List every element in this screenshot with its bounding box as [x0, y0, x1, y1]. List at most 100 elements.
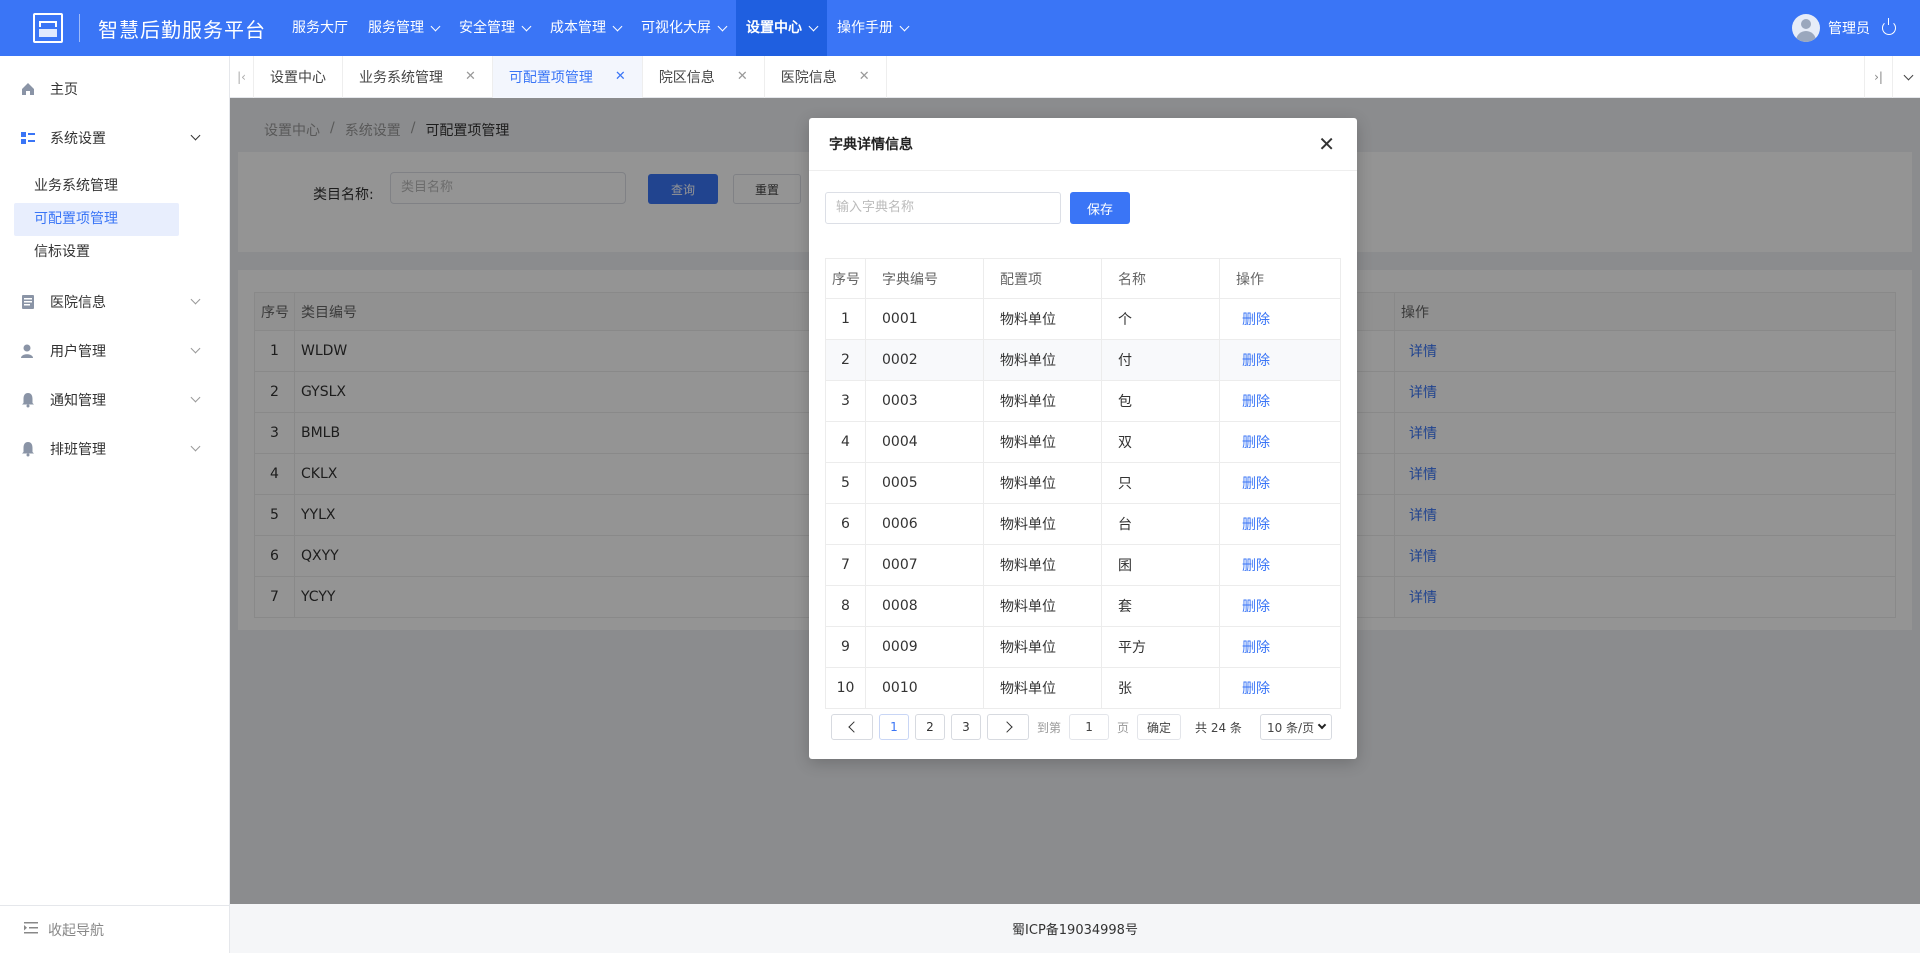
chevron-down-icon [899, 21, 910, 31]
close-icon[interactable]: ✕ [859, 69, 870, 84]
menu-visual-screen[interactable]: 可视化大屏 [631, 0, 736, 56]
tab-settings-center[interactable]: 设置中心 [254, 55, 343, 98]
dictionary-detail-dialog: 字典详情信息 ✕ 输入字典名称 保存 序号 字典编号 配置项 名称 操作 1 00… [809, 118, 1357, 759]
delete-link[interactable]: 删除 [1242, 312, 1270, 328]
delete-link[interactable]: 删除 [1242, 517, 1270, 533]
table-row: 2 0002 物料单位付删除 [825, 339, 1341, 381]
menu-safety-management[interactable]: 安全管理 [449, 0, 540, 56]
menu-cost-management[interactable]: 成本管理 [540, 0, 631, 56]
sidebar-item-notice-management[interactable]: 通知管理 [0, 375, 229, 424]
avatar [1792, 14, 1820, 42]
table-row: 10 0010 物料单位张删除 [825, 667, 1341, 709]
chevron-down-icon [808, 21, 819, 31]
sidebar-subitem-beacon-settings[interactable]: 信标设置 [0, 236, 229, 269]
chevron-down-icon [190, 294, 201, 305]
main-menu: 服务大厅 服务管理 安全管理 成本管理 可视化大屏 设置中心 操作手册 [282, 0, 918, 56]
bell-icon [20, 392, 36, 408]
close-icon[interactable]: ✕ [737, 69, 748, 84]
sidebar-item-user-management[interactable]: 用户管理 [0, 326, 229, 375]
chevron-down-icon [612, 21, 623, 31]
delete-link[interactable]: 删除 [1242, 681, 1270, 697]
logo-icon [33, 13, 63, 43]
tab-bar: |‹ 设置中心 业务系统管理 ✕ 可配置项管理 ✕ 院区信息 ✕ 医院信息 ✕ ›| [230, 55, 1920, 98]
goto-label: 到第 [1037, 720, 1062, 735]
chevron-down-icon [190, 392, 201, 403]
tab-hospital-info[interactable]: 医院信息 ✕ [765, 55, 887, 98]
sidebar-item-hospital-info[interactable]: 医院信息 [0, 277, 229, 326]
menu-service-management[interactable]: 服务管理 [358, 0, 449, 56]
table-row: 3 0003 物料单位包删除 [825, 380, 1341, 422]
dictionary-name-input[interactable]: 输入字典名称 [825, 192, 1061, 224]
page-unit-label: 页 [1117, 720, 1130, 735]
chevron-right-icon [1000, 721, 1013, 733]
footer-icp: 蜀ICP备19034998号 [230, 904, 1920, 953]
page-button[interactable]: 2 [915, 714, 945, 740]
menu-settings-center[interactable]: 设置中心 [736, 0, 827, 56]
total-count: 共 24 条 [1195, 720, 1242, 735]
table-row: 4 0004 物料单位双删除 [825, 421, 1341, 463]
brand-title: 智慧后勤服务平台 [98, 17, 266, 42]
sidebar-item-schedule-management[interactable]: 排班管理 [0, 424, 229, 473]
user-icon [20, 343, 36, 359]
close-icon[interactable]: ✕ [615, 69, 626, 84]
chevron-down-icon [190, 343, 201, 354]
delete-link[interactable]: 删除 [1242, 353, 1270, 369]
user-menu[interactable]: 管理员 [1792, 0, 1896, 56]
save-button[interactable]: 保存 [1070, 192, 1130, 224]
goto-page-input[interactable]: 1 [1069, 714, 1110, 740]
user-name: 管理员 [1828, 21, 1870, 37]
chevron-down-icon [190, 441, 201, 452]
tab-dropdown-icon[interactable] [1892, 56, 1920, 98]
chevron-down-icon [430, 21, 441, 31]
chevron-down-icon [521, 21, 532, 31]
table-row: 6 0006 物料单位台删除 [825, 503, 1341, 545]
table-row: 1 0001 物料单位个删除 [825, 298, 1341, 340]
home-icon [20, 81, 36, 97]
grid-icon [20, 130, 36, 146]
goto-confirm-button[interactable]: 确定 [1137, 714, 1182, 740]
sidebar-subitem-configurable-items[interactable]: 可配置项管理 [14, 203, 179, 236]
sidebar: 主页 系统设置 业务系统管理 可配置项管理 信标设置 医院信息 用户管理 通知管… [0, 56, 230, 953]
top-navbar: 智慧后勤服务平台 服务大厅 服务管理 安全管理 成本管理 可视化大屏 设置中心 … [0, 0, 1920, 56]
close-icon[interactable]: ✕ [465, 69, 476, 84]
sidebar-item-system-settings[interactable]: 系统设置 [0, 113, 229, 162]
chevron-down-icon [717, 21, 728, 31]
tab-scroll-left-icon[interactable]: |‹ [230, 55, 254, 98]
pagination: 1 2 3 到第 1 页 确定 共 24 条 10 条/页 [825, 710, 1341, 744]
page-button[interactable]: 3 [951, 714, 981, 740]
tab-campus-info[interactable]: 院区信息 ✕ [643, 55, 765, 98]
delete-link[interactable]: 删除 [1242, 394, 1270, 410]
tab-scroll-right-icon[interactable]: ›| [1864, 56, 1892, 98]
delete-link[interactable]: 删除 [1242, 558, 1270, 574]
close-icon[interactable]: ✕ [1318, 134, 1335, 154]
bell-icon [20, 441, 36, 457]
dictionary-table: 序号 字典编号 配置项 名称 操作 1 0001 物料单位个删除 2 0002 物料单位… [825, 258, 1341, 709]
page-button[interactable]: 1 [879, 714, 909, 740]
collapse-nav-button[interactable]: 收起导航 [0, 905, 230, 953]
tab-business-system[interactable]: 业务系统管理 ✕ [343, 55, 493, 98]
dialog-title: 字典详情信息 [829, 137, 913, 153]
delete-link[interactable]: 删除 [1242, 435, 1270, 451]
menu-operation-manual[interactable]: 操作手册 [827, 0, 918, 56]
prev-page-button[interactable] [831, 714, 873, 740]
menu-service-hall[interactable]: 服务大厅 [282, 0, 358, 56]
table-row: 7 0007 物料单位囷删除 [825, 544, 1341, 586]
menu-fold-icon [24, 921, 38, 939]
table-row: 9 0009 物料单位 平方 删除 [825, 626, 1341, 668]
chevron-down-icon [1317, 720, 1327, 730]
chevron-left-icon [847, 721, 860, 733]
table-row: 8 0008 物料单位套删除 [825, 585, 1341, 627]
page-size-select[interactable]: 10 条/页 [1259, 714, 1332, 740]
delete-link[interactable]: 删除 [1242, 599, 1270, 615]
delete-link[interactable]: 删除 [1242, 476, 1270, 492]
delete-link[interactable]: 删除 [1242, 640, 1270, 656]
chevron-down-icon [190, 130, 201, 141]
sidebar-subitem-business-system[interactable]: 业务系统管理 [0, 170, 229, 203]
brand-divider [79, 14, 80, 42]
next-page-button[interactable] [987, 714, 1029, 740]
document-icon [20, 294, 36, 310]
power-icon[interactable] [1882, 18, 1896, 35]
table-row: 5 0005 物料单位只删除 [825, 462, 1341, 504]
sidebar-item-home[interactable]: 主页 [0, 64, 229, 113]
tab-configurable-items[interactable]: 可配置项管理 ✕ [492, 55, 643, 98]
